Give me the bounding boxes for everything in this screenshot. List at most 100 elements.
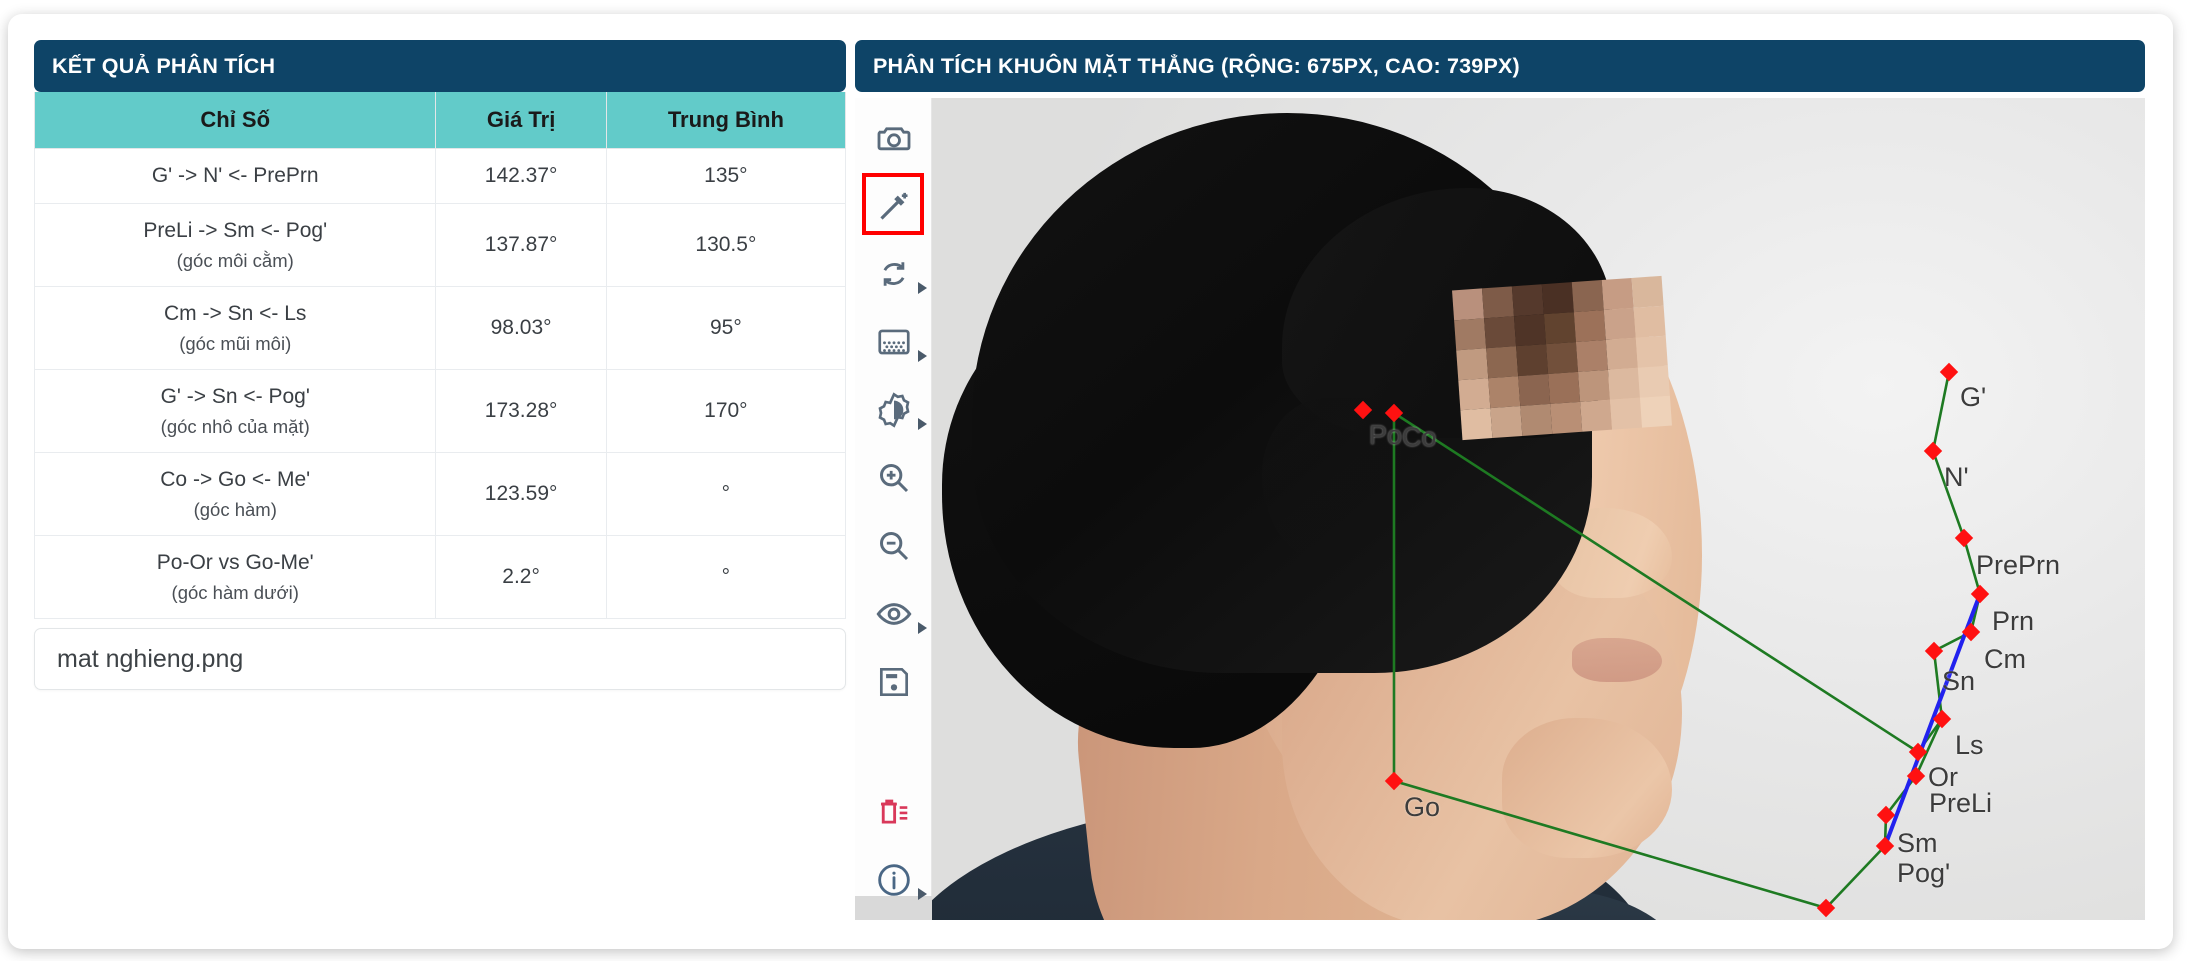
landmark-point-Or[interactable] <box>1908 742 1928 762</box>
results-table: Chỉ Số Giá Trị Trung Bình G' -> N' <- Pr… <box>33 92 847 620</box>
cell-value: 142.37° <box>435 148 607 204</box>
landmark-point-overlay[interactable]: PoCoG'N'PrePrnPrnCmSnLsOrPreLiSmPog'GoMe… <box>932 98 2145 920</box>
photo-canvas[interactable]: PoCoG'N'PrePrnPrnCmSnLsOrPreLiSmPog'GoMe… <box>932 98 2145 920</box>
landmark-point-Sn[interactable] <box>1924 641 1944 661</box>
landmark-label-Go: Go <box>1404 792 1441 822</box>
cell-index: G' -> N' <- PrePrn <box>33 148 437 204</box>
tool-rotate-icon[interactable] <box>855 240 932 308</box>
column-header-value: Giá Trị <box>435 92 607 149</box>
caret-right-icon[interactable] <box>918 418 927 430</box>
results-table-body: G' -> N' <- PrePrn 142.37° 135° PreLi -> Sm… <box>33 148 847 620</box>
tool-save-icon[interactable] <box>855 648 932 716</box>
eye-icon <box>874 594 914 634</box>
rotate-icon <box>875 255 913 293</box>
cell-average: 130.5° <box>605 202 847 287</box>
table-row: PreLi -> Sm <- Pog' (góc môi cằm) 137.87° 1… <box>33 202 847 287</box>
magic-wand-icon <box>874 186 914 226</box>
landmark-point-N[interactable] <box>1923 441 1943 461</box>
tool-delete-list-icon[interactable] <box>855 778 932 846</box>
caret-right-icon[interactable] <box>918 350 927 362</box>
tool-zoom-in-icon[interactable] <box>855 444 932 512</box>
contrast-icon <box>874 390 914 430</box>
landmark-point-PreLi[interactable] <box>1906 766 1926 786</box>
image-viewport[interactable]: PoCoG'N'PrePrnPrnCmSnLsOrPreLiSmPog'GoMe… <box>855 98 2145 920</box>
landmark-label-Sm: Sm <box>1897 828 1938 858</box>
save-icon <box>875 663 913 701</box>
results-table-wrapper: Chỉ Số Giá Trị Trung Bình G' -> N' <- Pr… <box>33 92 847 620</box>
caret-right-icon[interactable] <box>918 282 927 294</box>
cell-index-subtitle: (góc môi cằm) <box>176 249 294 271</box>
table-row: Po-Or vs Go-Me' (góc hàm dưới) 2.2° ° <box>33 535 847 620</box>
caret-right-icon[interactable] <box>918 622 927 634</box>
landmark-label-Sn: Sn <box>1942 666 1976 696</box>
zoom-out-icon <box>874 526 914 566</box>
cell-index-subtitle: (góc hàm dưới) <box>171 581 299 603</box>
table-row: G' -> Sn <- Pog' (góc nhô của mặt) 173.28°… <box>33 368 847 454</box>
cell-average: 95° <box>605 285 847 370</box>
app-root: KẾT QUẢ PHÂN TÍCH Chỉ Số Giá Trị Trung B… <box>0 0 2191 961</box>
table-row: Co -> Go <- Me' (góc hàm) 123.59° ° <box>33 452 847 537</box>
landmark-label-Po: Po <box>1369 420 1403 450</box>
cell-average: ° <box>605 535 847 620</box>
tool-grid-icon[interactable] <box>855 308 932 376</box>
cell-index-subtitle: (góc nhô của mặt) <box>160 415 310 437</box>
landmark-point-Po[interactable] <box>1353 400 1373 420</box>
grid-icon <box>875 323 913 361</box>
landmark-label-PreLi: PreLi <box>1929 788 1993 818</box>
cell-average: 170° <box>605 368 847 454</box>
tool-magic-wand-icon[interactable] <box>855 172 932 240</box>
filename-text: mat nghieng.png <box>57 644 244 673</box>
landmark-label-G: G' <box>1960 382 1987 412</box>
caret-right-icon[interactable] <box>918 888 927 900</box>
cell-index-subtitle: (góc mũi môi) <box>179 332 292 354</box>
landmark-point-Me[interactable] <box>1816 898 1836 918</box>
delete-list-icon <box>875 793 913 831</box>
tool-camera-icon[interactable] <box>855 104 932 172</box>
camera-icon <box>874 118 914 158</box>
landmark-point-G[interactable] <box>1939 362 1959 382</box>
tool-contrast-icon[interactable] <box>855 376 932 444</box>
tool-info-icon[interactable] <box>855 846 932 914</box>
landmark-label-Prn: Prn <box>1992 606 2035 636</box>
info-icon <box>874 860 914 900</box>
cell-index: G' -> Sn <- Pog' (góc nhô của mặt) <box>33 368 437 454</box>
cell-value: 98.03° <box>435 285 607 370</box>
tool-eye-icon[interactable] <box>855 580 932 648</box>
image-tools-toolbar <box>855 98 932 900</box>
table-row: Cm -> Sn <- Ls (góc mũi môi) 98.03° 95° <box>33 285 847 370</box>
main-card: KẾT QUẢ PHÂN TÍCH Chỉ Số Giá Trị Trung B… <box>8 14 2173 949</box>
landmark-point-PrePrn[interactable] <box>1954 528 1974 548</box>
landmark-point-Pog[interactable] <box>1875 836 1895 856</box>
analysis-results-header: KẾT QUẢ PHÂN TÍCH <box>34 40 846 92</box>
landmark-label-Cm: Cm <box>1984 644 2026 674</box>
landmark-label-PrePrn: PrePrn <box>1976 550 2061 580</box>
cell-index: Co -> Go <- Me' (góc hàm) <box>33 452 437 537</box>
cell-index: Cm -> Sn <- Ls (góc mũi môi) <box>33 285 437 370</box>
cell-average: 135° <box>605 148 847 204</box>
cell-value: 123.59° <box>435 452 607 537</box>
cell-value: 2.2° <box>435 535 607 620</box>
tool-zoom-out-icon[interactable] <box>855 512 932 580</box>
filename-field[interactable]: mat nghieng.png <box>34 628 846 691</box>
face-analysis-header: PHÂN TÍCH KHUÔN MẶT THẲNG (RỘNG: 675PX, … <box>855 40 2145 92</box>
cell-average: ° <box>605 452 847 537</box>
zoom-in-icon <box>874 458 914 498</box>
landmark-label-N: N' <box>1944 462 1969 492</box>
column-header-average: Trung Bình <box>605 92 847 149</box>
cell-index-subtitle: (góc hàm) <box>193 498 277 520</box>
table-header-row: Chỉ Số Giá Trị Trung Bình <box>33 92 847 149</box>
cell-value: 173.28° <box>435 368 607 454</box>
landmark-point-Ls[interactable] <box>1932 709 1952 729</box>
cell-index: Po-Or vs Go-Me' (góc hàm dưới) <box>33 535 437 620</box>
column-header-index: Chỉ Số <box>33 92 437 149</box>
table-row: G' -> N' <- PrePrn 142.37° 135° <box>33 148 847 204</box>
cell-index: PreLi -> Sm <- Pog' (góc môi cằm) <box>33 202 437 287</box>
face-analysis-panel: PHÂN TÍCH KHUÔN MẶT THẲNG (RỘNG: 675PX, … <box>855 40 2145 920</box>
landmark-label-Pog: Pog' <box>1897 858 1951 888</box>
landmark-point-Sm[interactable] <box>1876 805 1896 825</box>
landmark-point-Cm[interactable] <box>1961 622 1981 642</box>
landmark-label-Ls: Ls <box>1955 730 1984 760</box>
landmark-point-Go[interactable] <box>1384 771 1404 791</box>
cell-value: 137.87° <box>435 202 607 287</box>
landmark-point-Prn[interactable] <box>1970 584 1990 604</box>
